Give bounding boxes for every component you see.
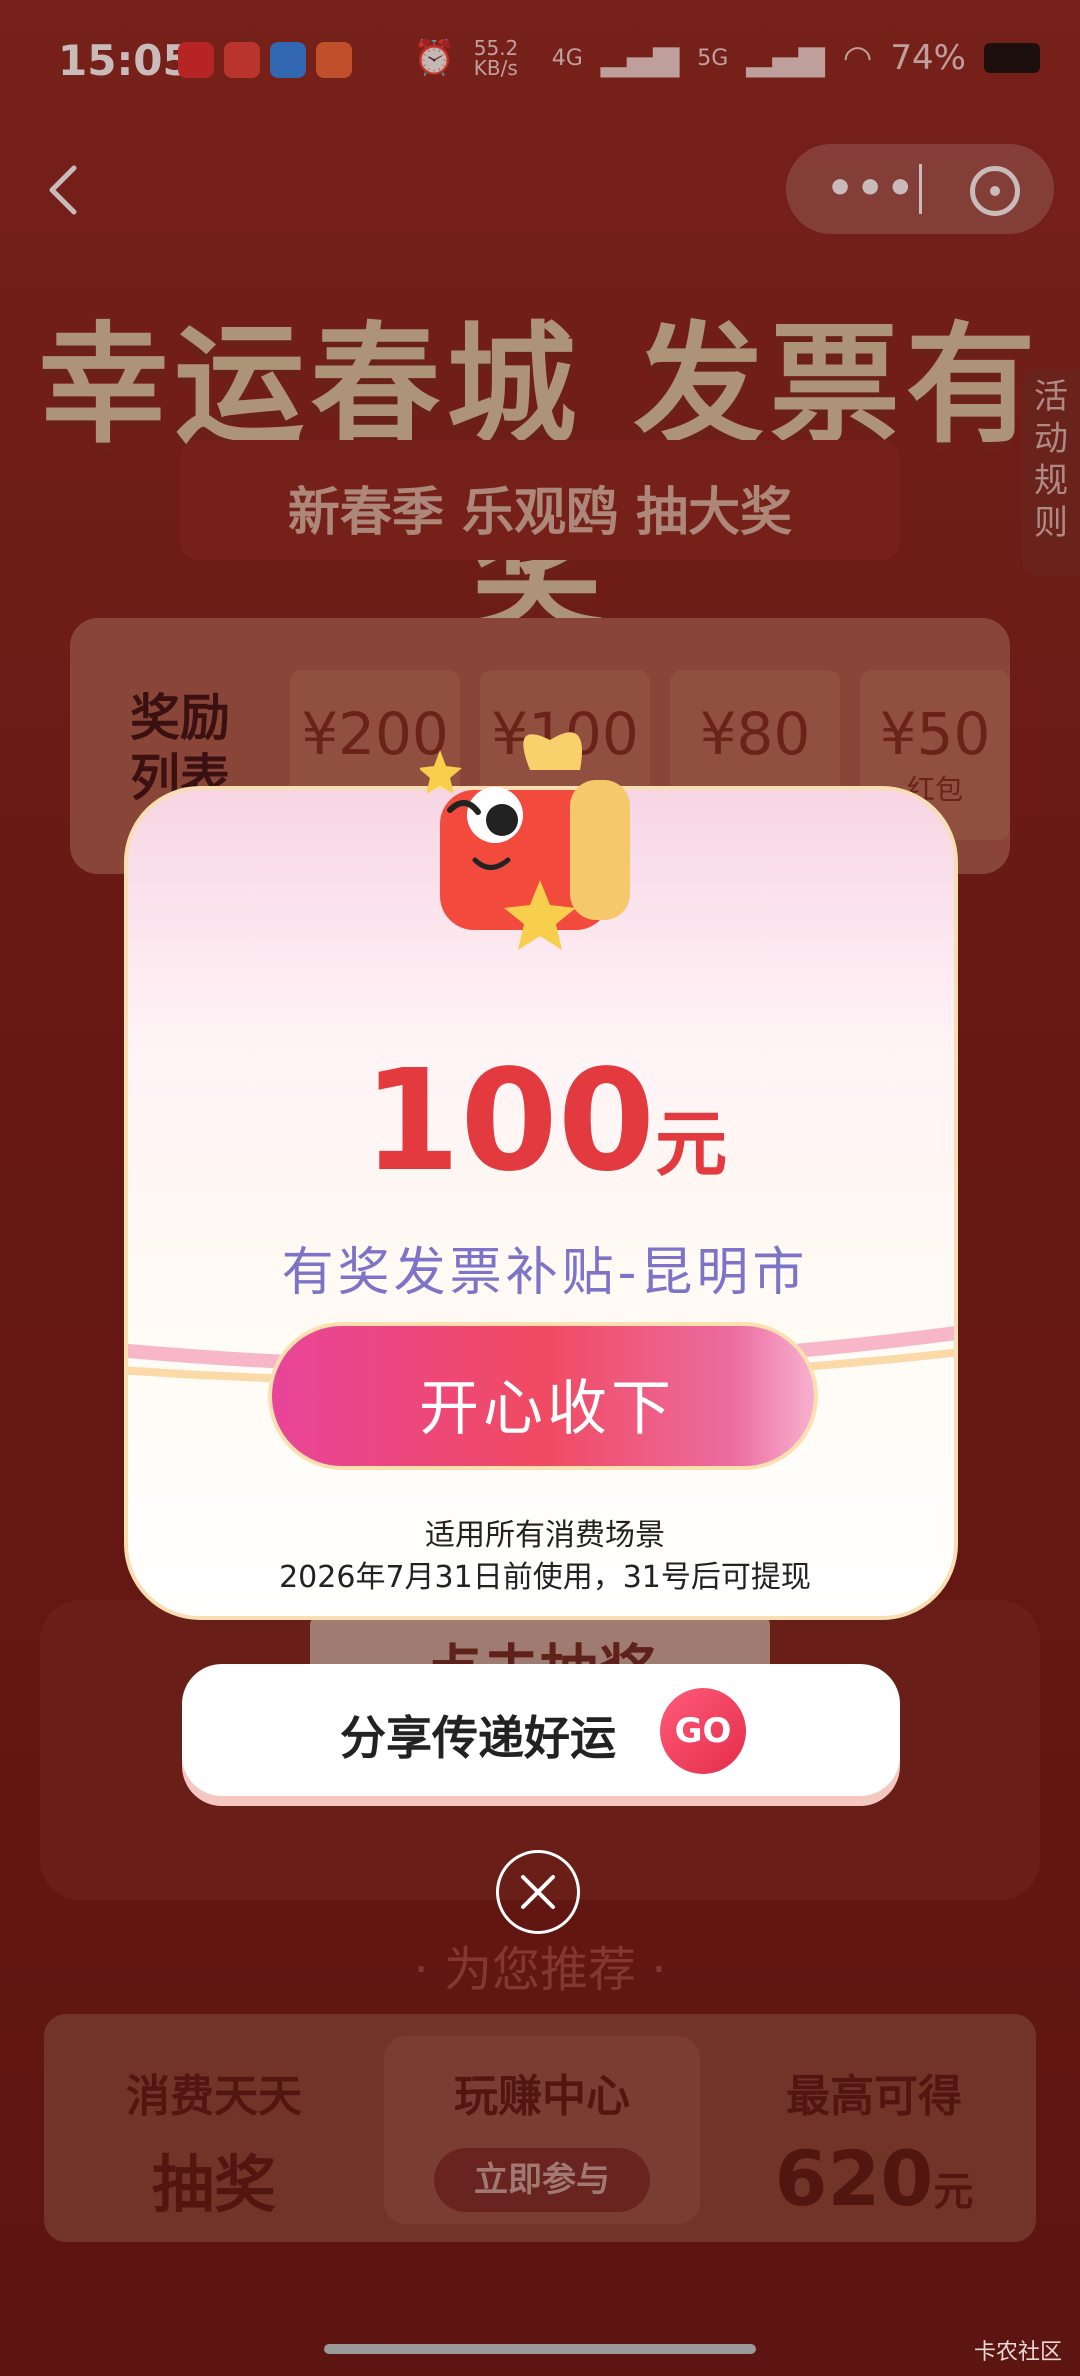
accept-button-label: 开心收下 <box>419 1374 675 1444</box>
share-bar[interactable]: 分享传递好运 GO <box>182 1664 900 1796</box>
close-icon <box>521 1875 555 1909</box>
go-button[interactable]: GO <box>660 1688 746 1774</box>
home-indicator[interactable] <box>324 2344 756 2354</box>
expiry-note: 2026年7月31日前使用，31号后可提现 <box>279 1560 811 1595</box>
subsidy-title: 有奖发票补贴-昆明市 <box>281 1243 809 1303</box>
usage-note: 适用所有消费场景 <box>425 1518 665 1553</box>
reward-amount-unit: 元 <box>655 1102 728 1186</box>
reward-amount-value: 100 <box>362 1040 656 1203</box>
watermark: 卡农社区 <box>973 2340 1062 2365</box>
accept-button[interactable]: 开心收下 <box>268 1322 818 1470</box>
close-modal-button[interactable] <box>496 1850 580 1934</box>
share-label: 分享传递好运 <box>340 1711 616 1765</box>
gift-mascot-icon <box>420 732 630 950</box>
reward-amount-display: 100元 <box>128 1040 954 1203</box>
